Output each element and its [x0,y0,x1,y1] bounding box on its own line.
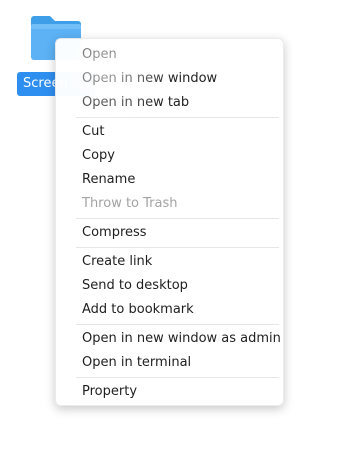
menu-item-open[interactable]: Open [56,43,283,67]
menu-item-throw-to-trash: Throw to Trash [82,196,178,211]
menu-separator [76,377,279,378]
menu-separator [76,218,279,219]
menu-item-create-link[interactable]: Create link [56,250,283,274]
menu-item-open-in-terminal[interactable]: Open in terminal [56,351,283,375]
menu-separator [76,117,279,118]
menu-item-compress[interactable]: Compress [56,221,283,245]
menu-item-open-in-new-window-as-admin[interactable]: Open in new window as admin [56,327,283,351]
menu-item-property[interactable]: Property [56,380,283,404]
menu-item-send-to-desktop[interactable]: Send to desktop [56,274,283,298]
menu-item-open-in-new-tab[interactable]: Open in new tab [56,91,283,115]
menu-separator [76,247,279,248]
context-menu: Open Open in new window Open in new tab Cut… [55,38,284,406]
menu-item-cut[interactable]: Cut [56,120,283,144]
menu-item-add-to-bookmark[interactable]: Add to bookmark [56,298,283,322]
menu-separator [76,324,279,325]
menu-item-copy[interactable]: Copy [56,144,283,168]
menu-item-rename[interactable]: Rename [56,168,283,192]
menu-item-open-in-new-window[interactable]: Open in new window [56,67,283,91]
